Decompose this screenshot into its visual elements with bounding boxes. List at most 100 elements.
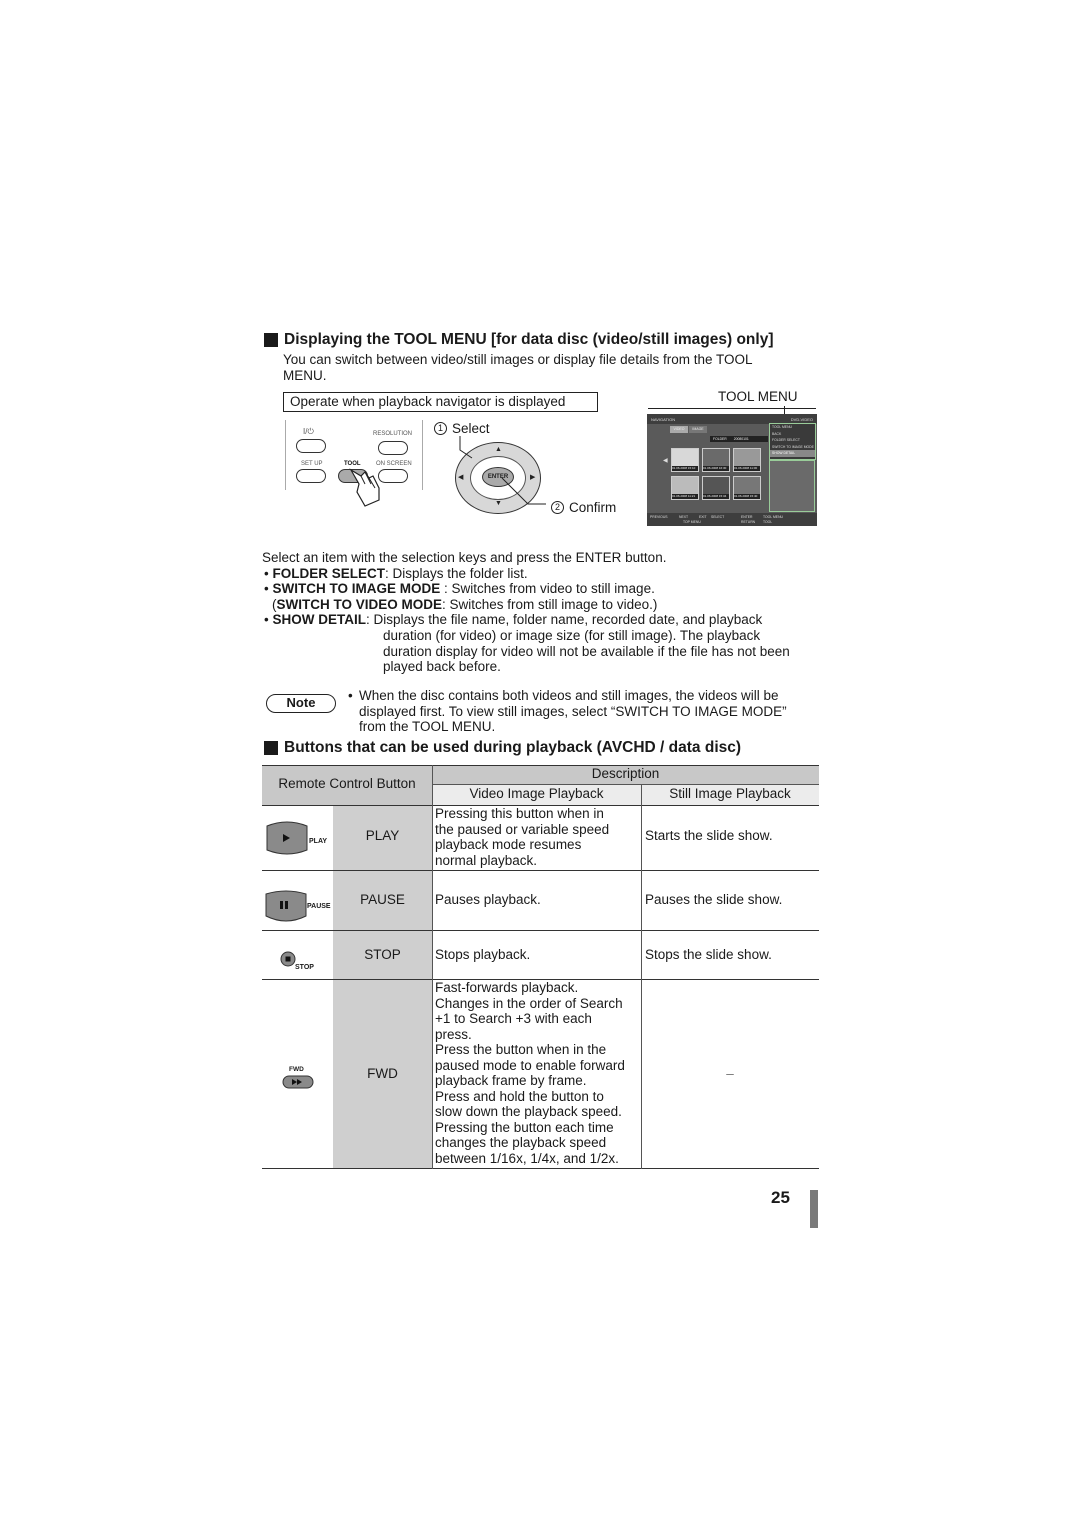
section-heading-tool-menu: Displaying the TOOL MENU [for data disc …	[264, 331, 773, 349]
navigator-folder-bar: FOLDER 20080101	[710, 436, 768, 442]
footer-exit: EXIT	[699, 515, 707, 519]
note-badge: Note	[266, 694, 336, 713]
button-name-stop: STOP	[364, 947, 401, 962]
bullet-sep: :	[385, 566, 393, 581]
row-divider	[262, 870, 819, 871]
text-line: played back before.	[383, 659, 501, 674]
bullet-text: Displays the file name, folder name, rec…	[373, 612, 763, 627]
pause-video-description: Pauses playback.	[435, 892, 541, 907]
bullet-term: SHOW DETAIL	[272, 612, 366, 627]
pause-icon-label: PAUSE	[307, 903, 331, 910]
bullet-term: SWITCH TO VIDEO MODE	[276, 597, 443, 612]
leader-lines	[459, 436, 546, 505]
text-line: Press and hold the button to	[435, 1088, 604, 1104]
callout-line-horizontal	[648, 408, 816, 409]
intro-line-2: MENU.	[283, 367, 327, 383]
table-bottom-border	[262, 1168, 819, 1169]
text-line: normal playback.	[435, 852, 538, 868]
header-video-playback: Video Image Playback	[469, 786, 604, 801]
text-line: between 1/16x, 1/4x, and 1/2x.	[435, 1150, 619, 1166]
heading-square-icon	[264, 333, 278, 347]
header-still-playback: Still Image Playback	[669, 786, 791, 801]
text-line: duration display for video will not be a…	[383, 643, 790, 659]
thumbnail[interactable]: 01.06.2008 16:30	[702, 448, 730, 472]
navigator-mode: DVD-VIDEO	[790, 417, 813, 422]
resolution-label: RESOLUTION	[373, 431, 413, 437]
section-title: Displaying the TOOL MENU [for data disc …	[284, 331, 774, 348]
text-line: duration (for video) or image size (for …	[383, 628, 761, 643]
stop-icon-label: STOP	[295, 964, 314, 971]
bullet-sep: :	[440, 581, 452, 596]
header-remote-control-button: Remote Control Button	[278, 776, 416, 791]
bullet-text: : Switches from still image to video.)	[442, 597, 658, 612]
step-label: Confirm	[569, 500, 617, 515]
thumbnail[interactable]: 01.06.2008 11:00	[733, 448, 761, 472]
footer-enter: ENTER	[741, 515, 753, 519]
text-line: Changes in the order of Search	[435, 995, 623, 1011]
tool-menu-item-show-detail[interactable]: SHOW DETAIL	[770, 450, 815, 457]
play-video-description: Pressing this button when in the paused …	[435, 806, 609, 868]
thumbnail[interactable]: 01.06.2008 15:40	[733, 476, 761, 500]
stop-video-description: Stops playback.	[435, 947, 531, 962]
power-button[interactable]	[296, 439, 326, 453]
folder-label: FOLDER	[713, 437, 727, 441]
heading-square-icon	[264, 741, 278, 755]
tool-menu-callout-label: TOOL MENU	[718, 389, 798, 404]
bullet-show-detail: • SHOW DETAIL: Displays the file name, f…	[264, 612, 763, 627]
thumbnail-caption: 01.06.2008 15:34	[703, 494, 729, 499]
play-icon-label: PLAY	[309, 838, 328, 845]
text-line: playback frame by frame.	[435, 1073, 587, 1088]
text-line: When the disc contains both videos and s…	[359, 688, 779, 703]
thumbnail[interactable]: 01.06.2008 11:21	[671, 476, 699, 500]
fwd-still-description: –	[726, 1066, 734, 1081]
folder-value: 20080101	[733, 437, 749, 441]
thumbnail[interactable]: 01.06.2008 15:34	[702, 476, 730, 500]
bullet-folder-select: • FOLDER SELECT: Displays the folder lis…	[264, 566, 528, 581]
column-divider	[641, 784, 642, 1169]
intro-text: You can switch between video/still image…	[283, 352, 753, 383]
play-button-icon	[265, 820, 309, 861]
button-name-pause: PAUSE	[360, 892, 405, 907]
resolution-button[interactable]	[378, 441, 408, 455]
pointing-hand-icon	[349, 468, 380, 507]
section-heading-playback-buttons: Buttons that can be used during playback…	[264, 739, 741, 757]
note-text: When the disc contains both videos and s…	[359, 688, 787, 735]
step-number: 1	[434, 422, 447, 435]
navigator-tab-video[interactable]: VIDEO	[670, 426, 688, 433]
pause-still-description: Pauses the slide show.	[645, 892, 783, 907]
navigator-side-panel	[769, 460, 815, 512]
instruction-text: Select an item with the selection keys a…	[262, 550, 667, 565]
switch-video-note: (SWITCH TO VIDEO MODE: Switches from sti…	[272, 597, 657, 613]
bullet-sep: :	[365, 612, 374, 627]
row-divider	[262, 930, 819, 931]
intro-line-1: You can switch between video/still image…	[283, 352, 753, 367]
text-line: displayed first. To view still images, s…	[359, 703, 787, 719]
operate-condition-box: Operate when playback navigator is displ…	[283, 392, 598, 412]
stop-still-description: Stops the slide show.	[645, 947, 772, 962]
bullet-text: Displays the folder list.	[392, 566, 528, 581]
step-number: 2	[551, 501, 564, 514]
thumbnail-caption: 01.06.2008 11:00	[734, 466, 760, 471]
bullet-text: Switches from video to still image.	[451, 581, 655, 596]
footer-return: RETURN	[741, 520, 756, 524]
footer-top-menu: TOP MENU	[683, 520, 701, 524]
stop-button-icon	[280, 951, 296, 972]
fwd-button-icon	[282, 1075, 314, 1094]
thumbnail[interactable]: 01.06.2008 15:10	[671, 448, 699, 472]
power-label: I/⏻	[303, 427, 314, 436]
thumbnail-caption: 01.06.2008 16:30	[703, 466, 729, 471]
column-divider	[432, 765, 433, 1169]
text-line: Press the button when in the	[435, 1042, 607, 1057]
setup-button[interactable]	[296, 469, 326, 483]
footer-previous: PREVIOUS	[650, 515, 668, 519]
text-line: slow down the playback speed.	[435, 1104, 622, 1119]
navigator-tab-image[interactable]: IMAGE	[689, 426, 707, 433]
text-line: Fast-forwards playback.	[435, 980, 579, 995]
button-name-column	[333, 805, 432, 1169]
navigator-title: NAVIGATION	[651, 417, 676, 422]
fwd-video-description: Fast-forwards playback. Changes in the o…	[435, 980, 625, 1166]
text-line: +1 to Search +3 with each	[435, 1011, 592, 1026]
text-line: Pressing the button each time	[435, 1119, 614, 1135]
page-tab-marker	[810, 1190, 818, 1228]
footer-next: NEXT	[679, 515, 689, 519]
